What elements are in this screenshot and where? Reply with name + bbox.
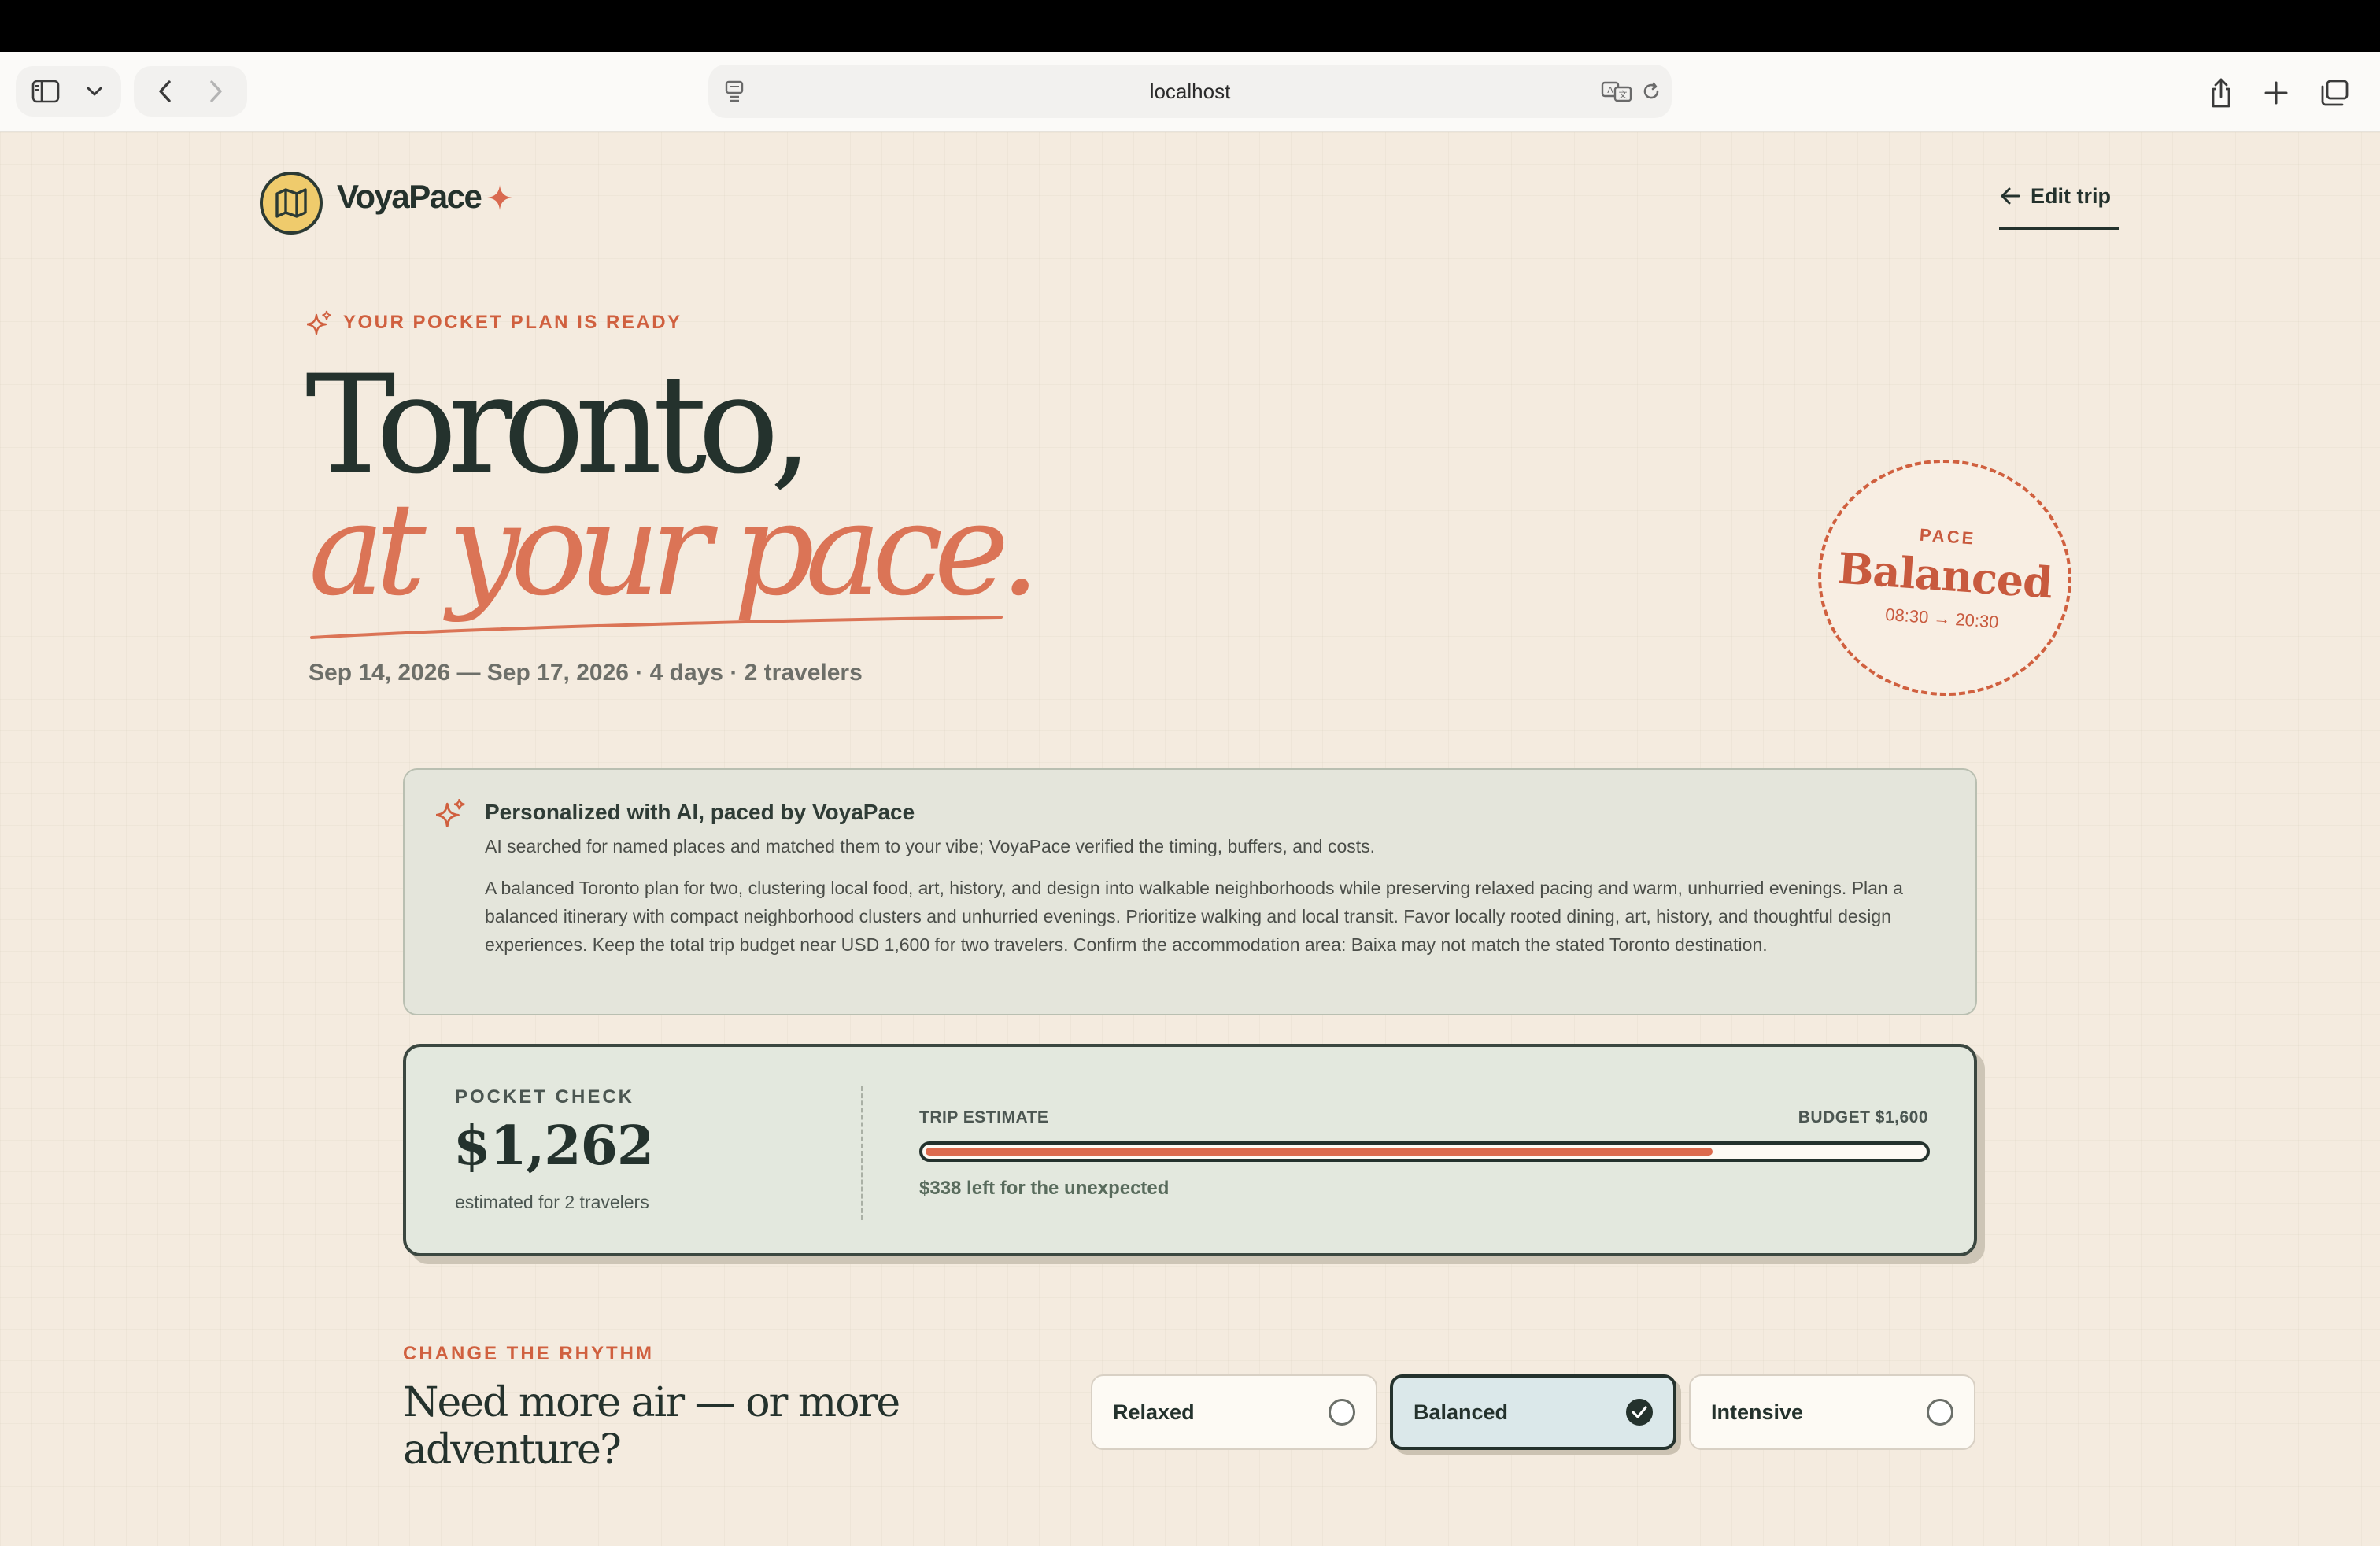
- pace-option-relaxed[interactable]: Relaxed: [1091, 1374, 1377, 1450]
- pocket-check-label: POCKET CHECK: [455, 1086, 635, 1108]
- budget-progress-bar: [919, 1141, 1930, 1162]
- chevron-down-icon[interactable]: [80, 79, 109, 104]
- pace-option-balanced[interactable]: Balanced: [1390, 1374, 1676, 1450]
- svg-text:文: 文: [1619, 89, 1628, 100]
- history-nav-group: [134, 66, 247, 117]
- pace-option-label: Balanced: [1414, 1400, 1509, 1424]
- ai-summary-card: Personalized with AI, paced by VoyaPace …: [403, 768, 1977, 1015]
- page-title-city: Toronto,: [305, 346, 813, 504]
- new-tab-icon[interactable]: [2260, 77, 2292, 109]
- sparkles-icon: [434, 798, 466, 832]
- trip-estimate-label: TRIP ESTIMATE: [919, 1108, 1049, 1126]
- pocket-check-note: estimated for 2 travelers: [455, 1192, 649, 1212]
- address-bar[interactable]: localhost A文: [708, 65, 1672, 118]
- sparkle-star-icon: [486, 184, 513, 215]
- pace-option-intensive[interactable]: Intensive: [1689, 1374, 1975, 1450]
- map-icon[interactable]: [260, 172, 323, 235]
- edit-trip-label: Edit trip: [2031, 184, 2111, 208]
- back-arrow-icon[interactable]: [151, 77, 179, 105]
- rhythm-question: Need more air — or more adventure?: [403, 1379, 900, 1474]
- pocket-check-card: POCKET CHECK $1,262 estimated for 2 trav…: [403, 1044, 1985, 1264]
- sidebar-icon[interactable]: [30, 77, 61, 105]
- arrow-left-icon: [2001, 187, 2020, 205]
- rhythm-label: CHANGE THE RHYTHM: [403, 1343, 654, 1364]
- pace-label: PACE: [1919, 524, 1977, 549]
- dashed-divider: [861, 1086, 863, 1220]
- check-circle-icon[interactable]: [1626, 1399, 1653, 1426]
- radio-unchecked-icon[interactable]: [1329, 1399, 1355, 1426]
- ai-card-subtitle: AI searched for named places and matched…: [485, 836, 1376, 856]
- budget-progress-fill: [926, 1148, 1713, 1156]
- sparkles-icon: [307, 310, 331, 335]
- pocket-check-panel: POCKET CHECK $1,262 estimated for 2 trav…: [403, 1044, 1977, 1256]
- edit-trip-link[interactable]: Edit trip: [1999, 183, 2119, 230]
- radio-unchecked-icon[interactable]: [1927, 1399, 1953, 1426]
- pace-value: Balanced: [1836, 542, 2054, 608]
- pace-option-label: Relaxed: [1113, 1400, 1195, 1424]
- forward-arrow-icon[interactable]: [201, 77, 230, 105]
- translate-icon[interactable]: A文: [1599, 79, 1634, 104]
- trip-dates-meta: Sep 14, 2026 — Sep 17, 2026 · 4 days · 2…: [309, 660, 863, 686]
- underline-swash: [310, 616, 1003, 639]
- pace-stamp: PACE Balanced 08:30 → 20:30: [1809, 451, 2080, 705]
- tab-overview-icon[interactable]: [2317, 77, 2352, 109]
- budget-label: BUDGET $1,600: [1798, 1108, 1928, 1126]
- system-menu-bar: [0, 0, 2380, 52]
- reload-icon[interactable]: [1639, 79, 1664, 104]
- sidebar-toggle-group: [16, 66, 121, 117]
- page-title-tagline: at your pace.: [309, 476, 1040, 624]
- svg-text:A: A: [1607, 85, 1613, 95]
- share-icon[interactable]: [2204, 76, 2238, 110]
- pace-option-label: Intensive: [1711, 1400, 1804, 1424]
- browser-toolbar: localhost A文: [0, 52, 2380, 132]
- eyebrow-text: YOUR POCKET PLAN IS READY: [343, 312, 682, 333]
- brand-name[interactable]: VoyaPace: [337, 178, 482, 216]
- address-text: localhost: [1149, 80, 1231, 103]
- pocket-check-amount: $1,262: [453, 1115, 654, 1178]
- page: VoyaPace Edit trip YOUR POCKET PLAN IS R…: [0, 132, 2380, 1546]
- budget-remaining-note: $338 left for the unexpected: [919, 1178, 1170, 1199]
- pace-hours: 08:30 → 20:30: [1884, 604, 2000, 632]
- ready-eyebrow: YOUR POCKET PLAN IS READY: [307, 310, 682, 335]
- ai-card-title: Personalized with AI, paced by VoyaPace: [485, 800, 915, 824]
- ai-card-body: A balanced Toronto plan for two, cluster…: [485, 878, 1903, 955]
